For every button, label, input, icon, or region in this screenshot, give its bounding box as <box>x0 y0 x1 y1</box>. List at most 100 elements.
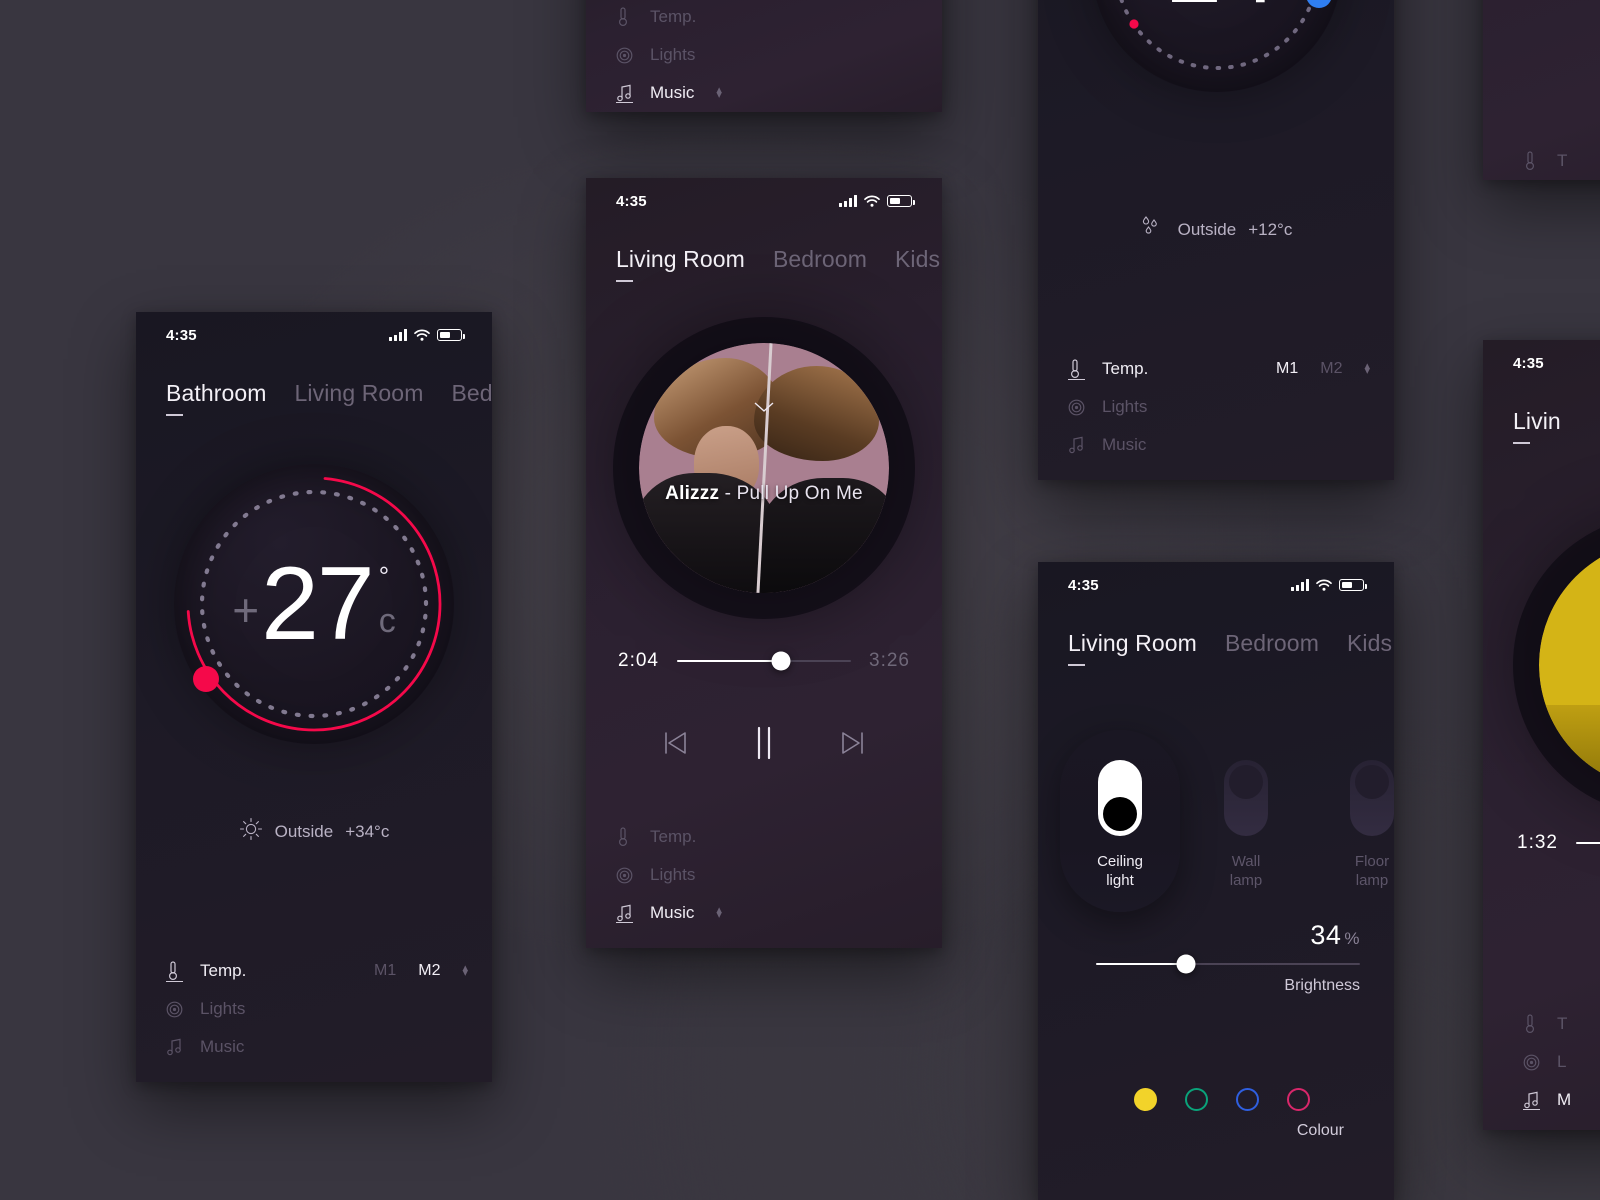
card-lights[interactable]: 4:35 Living Room Bedroom Kids Ceiling lig… <box>1038 562 1394 1200</box>
transport-controls[interactable] <box>586 726 942 760</box>
light-toggles[interactable]: Ceiling light Wall lamp Floor lamp <box>1060 730 1394 912</box>
album-disc <box>1539 540 1600 790</box>
menu-label: Lights <box>650 865 696 884</box>
menu-row-temp[interactable]: Temp. M1 M2 ▴ ▾ <box>166 952 468 990</box>
menu-row-lights[interactable]: Lights <box>1068 388 1370 426</box>
colour-swatch-green[interactable] <box>1185 1088 1208 1111</box>
menu-row-music[interactable]: Music <box>166 1028 468 1066</box>
wifi-icon <box>864 195 880 207</box>
bottom-menu[interactable]: Temp. Lights Music ▴ ▾ <box>616 0 918 112</box>
room-tab-living-room[interactable]: Living Room <box>295 380 424 407</box>
temp-sign: + <box>232 584 260 636</box>
music-note-icon <box>616 84 642 104</box>
bottom-menu[interactable]: T L M <box>1523 1005 1600 1119</box>
chevron-updown-icon[interactable]: ▴ ▾ <box>1364 361 1370 377</box>
progress-track[interactable] <box>676 651 852 671</box>
menu-row-music[interactable]: Music ▴ ▾ <box>616 894 918 932</box>
room-tab-bedroom[interactable]: Bedroom <box>1225 630 1319 657</box>
temp-unit-c: c <box>1282 0 1299 4</box>
menu-row-lights[interactable]: Lights <box>166 990 468 1028</box>
room-tab-bedroom[interactable]: Bedroom <box>773 246 867 273</box>
thermometer-icon <box>166 961 192 983</box>
memory-m2[interactable]: M2 <box>418 962 440 980</box>
card-lights-partial-right[interactable]: T L M <box>1483 0 1600 180</box>
signal-icon <box>839 195 857 207</box>
colour-swatch-yellow[interactable] <box>1134 1088 1157 1111</box>
playback-progress[interactable]: 1:32 <box>1517 832 1600 854</box>
toggle-switch[interactable] <box>1224 760 1268 836</box>
menu-row-temp[interactable]: Temp. M1 M2 ▴ ▾ <box>1068 350 1370 388</box>
bottom-menu[interactable]: Temp. M1 M2 ▴ ▾ Lights Music <box>1068 350 1370 464</box>
menu-label: T <box>1557 151 1568 170</box>
menu-label: Lights <box>200 999 246 1018</box>
playback-progress[interactable]: 2:04 3:26 <box>618 650 910 672</box>
outside-value: +12°c <box>1248 219 1293 239</box>
signal-icon <box>1291 579 1309 591</box>
card-music-player[interactable]: 4:35 Living Room Bedroom Kids Alizzz - P… <box>586 178 942 948</box>
room-tabs[interactable]: Bathroom Living Room Bed <box>166 380 492 416</box>
menu-row-music[interactable]: M <box>1523 1081 1600 1119</box>
toggle-switch[interactable] <box>1350 760 1394 836</box>
room-tabs[interactable]: Livin <box>1513 408 1600 444</box>
chevron-updown-icon[interactable]: ▴ ▾ <box>462 963 468 979</box>
toggle-floor-lamp[interactable]: Floor lamp <box>1316 760 1394 890</box>
colour-swatch-pink[interactable] <box>1287 1088 1310 1111</box>
chevron-down-icon[interactable] <box>753 400 775 418</box>
album-art[interactable] <box>639 343 889 593</box>
colour-swatch-blue[interactable] <box>1236 1088 1259 1111</box>
menu-label: Temp. <box>650 7 697 26</box>
menu-row-temp[interactable]: Temp. <box>616 818 918 856</box>
card-thermostat-bathroom[interactable]: 4:35 Bathroom Living Room Bed + 27 ° c O… <box>136 312 492 1082</box>
menu-row-lights[interactable]: Lights <box>616 856 918 894</box>
memory-presets[interactable]: M1 M2 <box>374 962 440 980</box>
card-music-partial-right[interactable]: 4:35 Livin 1:32 T L M <box>1483 340 1600 1130</box>
room-tab-bedroom[interactable]: Bed <box>451 380 492 407</box>
track-title: Alizzz - Pull Up On Me <box>586 483 942 505</box>
temp-value: 14 <box>1164 0 1278 19</box>
menu-row-lights[interactable]: Lights <box>616 36 918 74</box>
progress-track[interactable] <box>1575 842 1600 844</box>
menu-label: L <box>1557 1052 1567 1071</box>
bottom-menu[interactable]: Temp. Lights Music ▴ ▾ <box>616 818 918 932</box>
bottom-menu[interactable]: Temp. M1 M2 ▴ ▾ Lights Music <box>166 952 468 1066</box>
colour-swatches[interactable] <box>1134 1088 1310 1111</box>
brightness-track[interactable] <box>1096 954 1360 974</box>
menu-label: Music <box>650 83 695 102</box>
chevron-updown-icon[interactable]: ▴ ▾ <box>716 905 722 921</box>
menu-row-temp[interactable]: T <box>1523 1005 1600 1043</box>
album-art[interactable] <box>1539 540 1600 790</box>
toggle-ceiling-light[interactable]: Ceiling light <box>1060 730 1180 912</box>
room-tab-living-room[interactable]: Living Room <box>616 246 745 282</box>
menu-row-temp[interactable]: Temp. <box>616 0 918 36</box>
room-tab-kids[interactable]: Kids <box>1347 630 1392 657</box>
bottom-menu[interactable]: T L M <box>1523 142 1600 180</box>
outside-weather: Outside +34°c <box>136 817 492 846</box>
status-time: 4:35 <box>1513 354 1544 372</box>
menu-label: Lights <box>1102 397 1148 416</box>
memory-presets[interactable]: M1 M2 <box>1276 360 1342 378</box>
next-icon[interactable] <box>838 729 868 757</box>
menu-row-lights[interactable]: L <box>1523 1043 1600 1081</box>
pause-icon[interactable] <box>752 726 776 760</box>
room-tabs[interactable]: Living Room Bedroom Kids <box>616 246 942 282</box>
menu-row-music[interactable]: Music ▴ ▾ <box>616 74 918 112</box>
menu-row-temp[interactable]: T <box>1523 142 1600 180</box>
brightness-control[interactable]: 34% Brightness <box>1096 920 1360 995</box>
music-note-icon <box>166 1038 192 1056</box>
toggle-switch[interactable] <box>1098 760 1142 836</box>
memory-m2[interactable]: M2 <box>1320 360 1342 378</box>
wifi-icon <box>414 329 430 341</box>
memory-m1[interactable]: M1 <box>1276 360 1298 378</box>
card-thermostat-cold[interactable]: + 14 ° c Outside +12°c Temp. M1 M2 <box>1038 0 1394 480</box>
room-tabs[interactable]: Living Room Bedroom Kids <box>1068 630 1394 666</box>
chevron-updown-icon[interactable]: ▴ ▾ <box>716 85 722 101</box>
room-tab-living-room[interactable]: Living Room <box>1068 630 1197 666</box>
room-tab-kids[interactable]: Kids <box>895 246 940 273</box>
toggle-wall-lamp[interactable]: Wall lamp <box>1190 760 1302 890</box>
menu-row-music[interactable]: Music <box>1068 426 1370 464</box>
room-tab-bathroom[interactable]: Bathroom <box>166 380 267 416</box>
previous-icon[interactable] <box>660 729 690 757</box>
room-tab-living-room[interactable]: Livin <box>1513 408 1561 444</box>
card-music-partial-top[interactable]: Temp. Lights Music ▴ ▾ <box>586 0 942 112</box>
memory-m1[interactable]: M1 <box>374 962 396 980</box>
